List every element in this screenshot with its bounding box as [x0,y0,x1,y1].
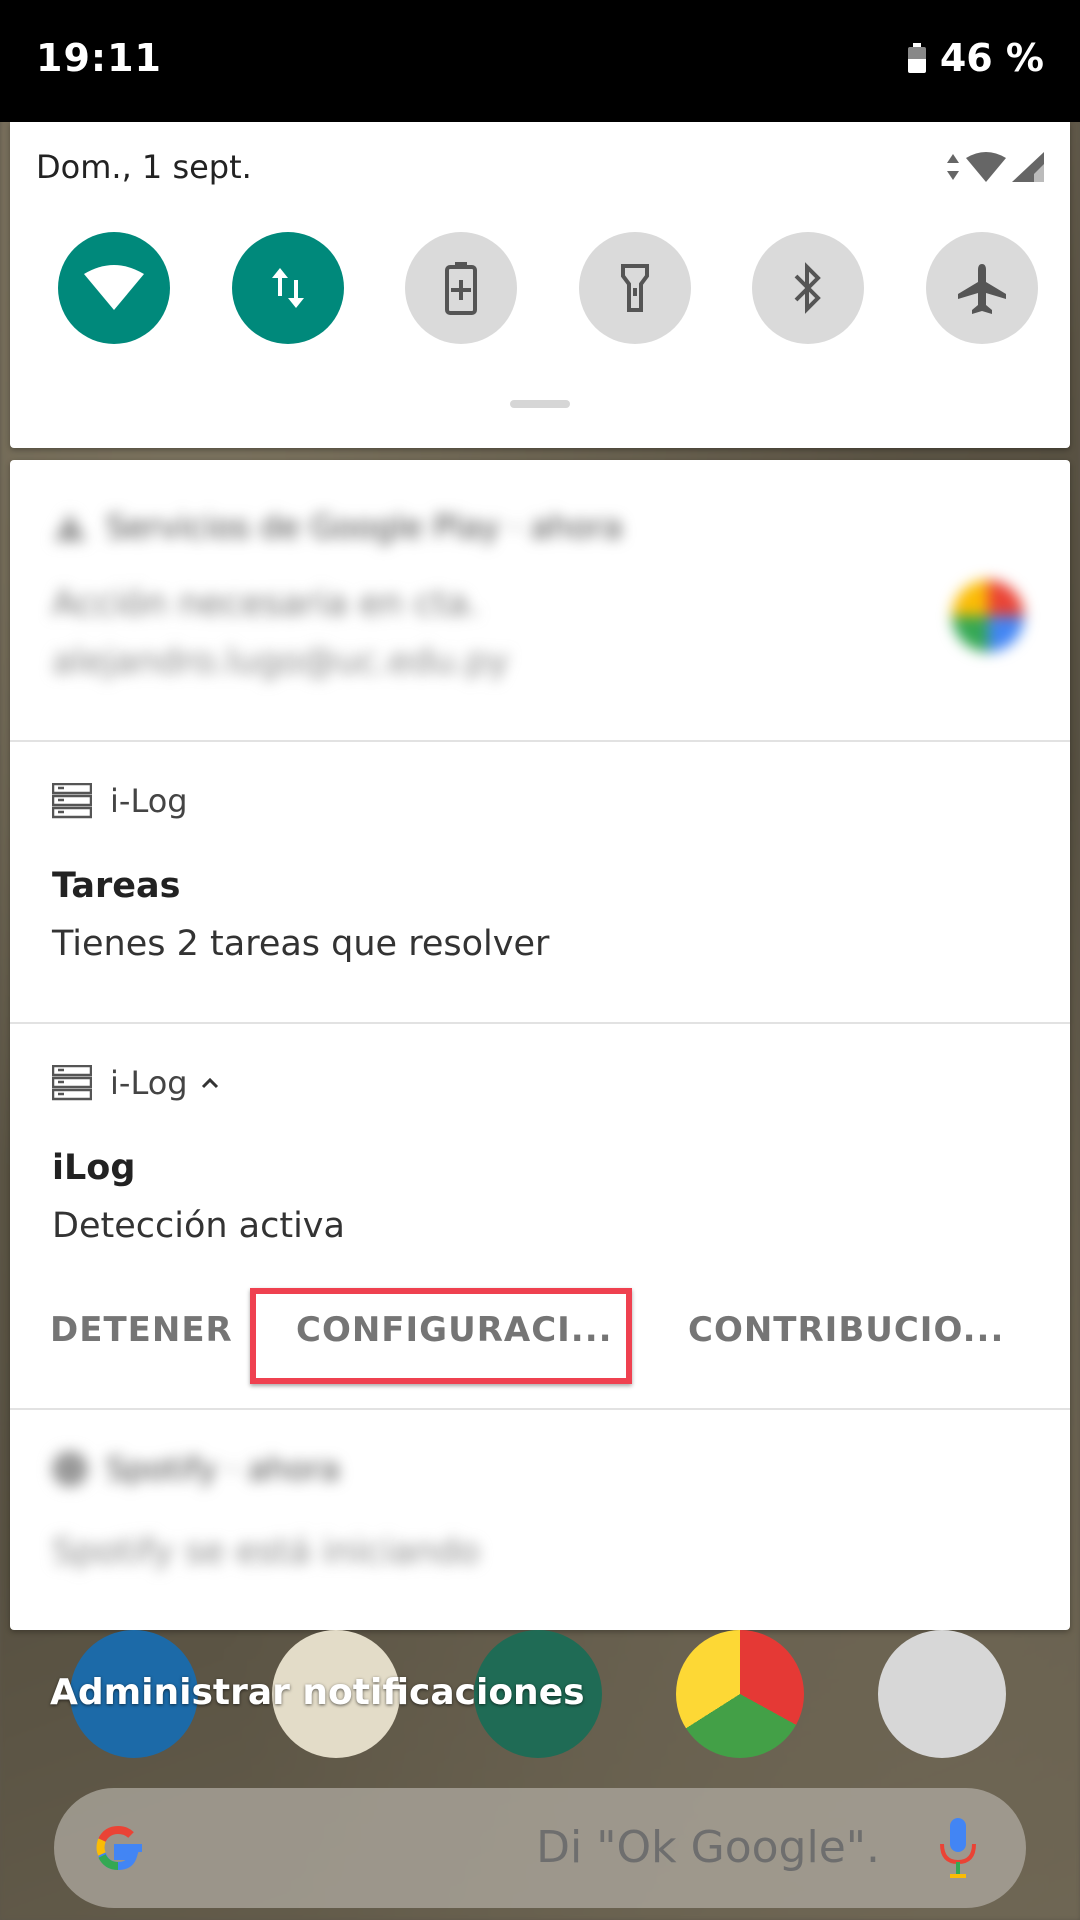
battery-saver-tile[interactable] [405,232,518,344]
chrome-app-icon[interactable] [676,1630,804,1758]
wifi-signal-icon [966,152,1006,182]
flashlight-tile[interactable] [578,232,691,344]
notif-text: Spotify se está iniciando [52,1532,480,1572]
battery-percent: 46 % [939,36,1044,80]
airplane-icon [957,264,1006,314]
notif-text: Detección activa [52,1206,345,1246]
notif-app-name: i-Log [110,782,188,820]
wifi-tile[interactable] [58,232,170,344]
microphone-icon[interactable] [938,1816,978,1882]
notif-text: Tienes 2 tareas que resolver [52,924,550,964]
notif-title: Acción necesaria en cta. [52,584,480,624]
blurred-content: Spotify · ahora Spotify se está iniciand… [10,1408,1070,1630]
notif-header: Servicios de Google Play · ahora [52,508,623,546]
spotify-icon [52,1451,88,1487]
notif-header: i-Log [52,1064,220,1102]
google-g-icon [96,1825,142,1871]
flashlight-icon [620,264,649,312]
qs-signal-icons [946,152,1044,182]
notif-title: iLog [52,1148,136,1188]
qs-date[interactable]: Dom., 1 sept. [36,148,252,186]
manage-notifications-button[interactable]: Administrar notificaciones [50,1672,585,1713]
qs-tiles [58,232,1038,344]
bluetooth-icon [794,262,822,314]
notif-header: Spotify · ahora [52,1450,340,1488]
server-icon [52,783,92,819]
notification-google-play[interactable]: Servicios de Google Play · ahora Acción … [10,460,1070,742]
notif-app-name: Spotify · ahora [106,1450,341,1488]
notification-ilog-tasks[interactable]: i-Log Tareas Tienes 2 tareas que resolve… [10,740,1070,1024]
contributions-button[interactable]: CONTRIBUCIO... [688,1310,1004,1350]
data-activity-icon [947,154,959,180]
stop-button[interactable]: DETENER [50,1310,233,1350]
notif-header: i-Log [52,782,188,820]
battery-icon [907,43,926,73]
quick-settings-panel: Dom., 1 sept. [10,122,1070,448]
status-bar: 19:11 46 % [0,0,1080,122]
notif-title: Tareas [52,866,181,906]
notif-app-name: i-Log [110,1064,188,1102]
status-right: 46 % [907,36,1044,80]
notif-text: alejandro.lugo@uc.edu.py [52,642,509,682]
cell-signal-icon [1012,152,1044,182]
google-account-icon [952,580,1024,652]
notification-spotify[interactable]: Spotify · ahora Spotify se está iniciand… [10,1408,1070,1630]
mobile-data-icon [271,268,304,308]
mobile-data-tile[interactable] [231,232,344,344]
highlight-box [250,1288,632,1384]
camera-app-icon[interactable] [878,1630,1006,1758]
chevron-up-icon[interactable] [200,1076,220,1090]
airplane-mode-tile[interactable] [925,232,1038,344]
notif-app-name: Servicios de Google Play · ahora [106,508,623,546]
bluetooth-tile[interactable] [752,232,865,344]
battery-saver-icon [445,262,478,315]
status-time: 19:11 [36,36,162,80]
warning-icon [54,513,86,541]
google-search-bar[interactable]: Di "Ok Google". [54,1788,1026,1908]
expand-handle[interactable] [510,400,570,408]
search-hint: Di "Ok Google". [536,1822,880,1873]
wifi-icon [84,265,144,310]
server-icon [52,1065,92,1101]
notification-panel: Servicios de Google Play · ahora Acción … [10,460,1070,1630]
blurred-content: Servicios de Google Play · ahora Acción … [10,460,1070,740]
